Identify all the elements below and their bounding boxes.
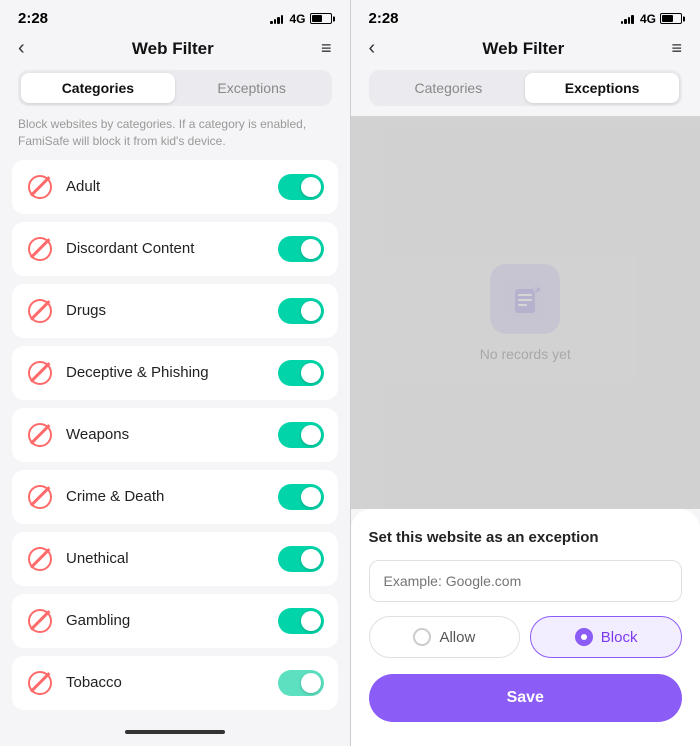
tab-categories[interactable]: Categories [21,73,175,103]
categories-list: Adult Discordant Content Drugs Deceptive… [0,160,350,724]
toggle-gambling[interactable] [278,608,324,634]
categories-description: Block websites by categories. If a categ… [0,116,350,160]
no-icon [26,173,54,201]
network-label: 4G [289,12,305,26]
bottom-sheet-title: Set this website as an exception [369,529,683,546]
category-label-gambling: Gambling [66,612,278,629]
category-label-adult: Adult [66,178,278,195]
signal-icon [270,14,283,24]
right-back-button[interactable]: ‹ [369,37,376,60]
right-phone-panel: 2:28 4G ‹ Web Filter ≡ Categories Except… [351,0,700,746]
no-icon [26,483,54,511]
right-tab-bar: Categories Exceptions [369,70,683,106]
block-option[interactable]: Block [530,616,682,658]
right-battery-icon [660,13,682,24]
no-icon [26,297,54,325]
grey-overlay [351,116,700,509]
block-radio-circle [575,628,593,646]
toggle-unethical[interactable] [278,546,324,572]
list-item[interactable]: Deceptive & Phishing [12,346,338,400]
save-button[interactable]: Save [369,674,683,722]
toggle-tobacco[interactable] [278,670,324,696]
no-icon [26,607,54,635]
toggle-weapons[interactable] [278,422,324,448]
category-label-drugs: Drugs [66,302,278,319]
no-icon [26,421,54,449]
list-item[interactable]: Weapons [12,408,338,462]
block-label: Block [601,629,638,646]
category-label-discordant: Discordant Content [66,240,278,257]
category-label-deceptive: Deceptive & Phishing [66,364,278,381]
left-app-header: ‹ Web Filter ≡ [0,31,350,70]
allow-radio-circle [413,628,431,646]
allow-option[interactable]: Allow [369,616,521,658]
toggle-deceptive[interactable] [278,360,324,386]
right-status-time: 2:28 [369,10,399,27]
left-back-button[interactable]: ‹ [18,37,25,60]
list-item[interactable]: Gambling [12,594,338,648]
list-item[interactable]: Unethical [12,532,338,586]
no-icon [26,545,54,573]
list-item[interactable]: Crime & Death [12,470,338,524]
toggle-crime-death[interactable] [278,484,324,510]
toggle-adult[interactable] [278,174,324,200]
right-signal-icon [621,14,634,24]
url-input[interactable] [369,560,683,602]
right-tab-exceptions[interactable]: Exceptions [525,73,679,103]
toggle-discordant[interactable] [278,236,324,262]
left-menu-button[interactable]: ≡ [321,38,332,59]
no-icon [26,359,54,387]
right-menu-button[interactable]: ≡ [671,38,682,59]
right-status-bar: 2:28 4G [351,0,700,31]
toggle-drugs[interactable] [278,298,324,324]
list-item[interactable]: Drugs [12,284,338,338]
allow-label: Allow [439,629,475,646]
left-tab-bar: Categories Exceptions [18,70,332,106]
left-page-title: Web Filter [132,39,214,59]
no-icon [26,235,54,263]
right-page-title: Web Filter [482,39,564,59]
left-phone-panel: 2:28 4G ‹ Web Filter ≡ Categories Except… [0,0,350,746]
right-tab-categories[interactable]: Categories [372,73,526,103]
list-item[interactable]: Discordant Content [12,222,338,276]
tab-exceptions[interactable]: Exceptions [175,73,329,103]
list-item[interactable]: Adult [12,160,338,214]
left-status-time: 2:28 [18,10,48,27]
right-status-icons: 4G [621,12,682,26]
right-network-label: 4G [640,12,656,26]
radio-group: Allow Block [369,616,683,658]
battery-icon [310,13,332,24]
list-item[interactable]: Tobacco [12,656,338,710]
category-label-unethical: Unethical [66,550,278,567]
category-label-tobacco: Tobacco [66,674,278,691]
left-status-icons: 4G [270,12,331,26]
right-app-header: ‹ Web Filter ≡ [351,31,700,70]
category-label-crime-death: Crime & Death [66,488,278,505]
no-icon [26,669,54,697]
left-status-bar: 2:28 4G [0,0,350,31]
content-overlay: ↗ No records yet [351,116,700,509]
category-label-weapons: Weapons [66,426,278,443]
bottom-sheet: Set this website as an exception Allow B… [351,509,700,746]
home-indicator [0,724,350,746]
